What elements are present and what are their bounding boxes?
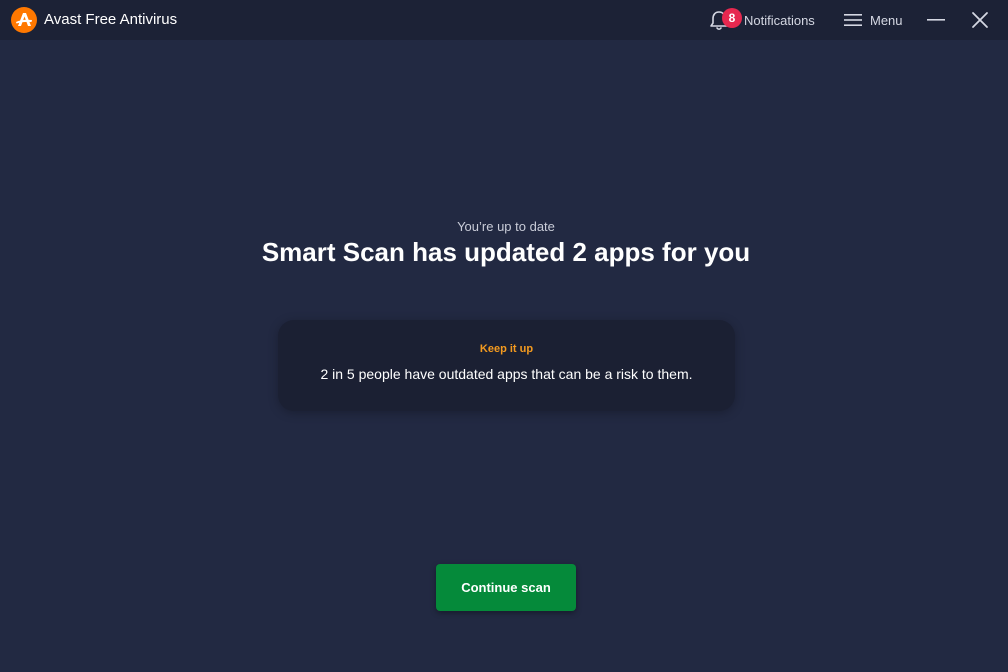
close-button[interactable] — [968, 8, 992, 32]
notifications-button[interactable]: 8 Notifications — [708, 6, 815, 34]
tip-text: 2 in 5 people have outdated apps that ca… — [320, 366, 693, 382]
bell-icon: 8 — [708, 8, 742, 32]
minimize-button[interactable] — [924, 8, 948, 32]
app-title: Avast Free Antivirus — [44, 11, 178, 28]
main-content: You’re up to date Smart Scan has updated… — [0, 40, 1008, 672]
tip-title: Keep it up — [479, 343, 534, 355]
avast-logo-icon — [11, 7, 37, 33]
hamburger-icon — [844, 14, 862, 26]
title-bar: Avast Free Antivirus 8 Notifications Men… — [0, 0, 1008, 40]
close-icon — [972, 12, 988, 28]
menu-button[interactable]: Menu — [844, 6, 903, 34]
app-window: Avast Free Antivirus 8 Notifications Men… — [0, 0, 1008, 672]
continue-scan-button[interactable]: Continue scan — [436, 564, 576, 611]
status-subtitle: You’re up to date — [457, 219, 555, 234]
notifications-label: Notifications — [744, 12, 815, 28]
notification-count-badge: 8 — [722, 8, 742, 28]
minimize-icon — [927, 19, 945, 21]
page-title: Smart Scan has updated 2 apps for you — [261, 237, 751, 267]
tip-card: Keep it up 2 in 5 people have outdated a… — [278, 320, 735, 411]
menu-label: Menu — [870, 12, 903, 28]
